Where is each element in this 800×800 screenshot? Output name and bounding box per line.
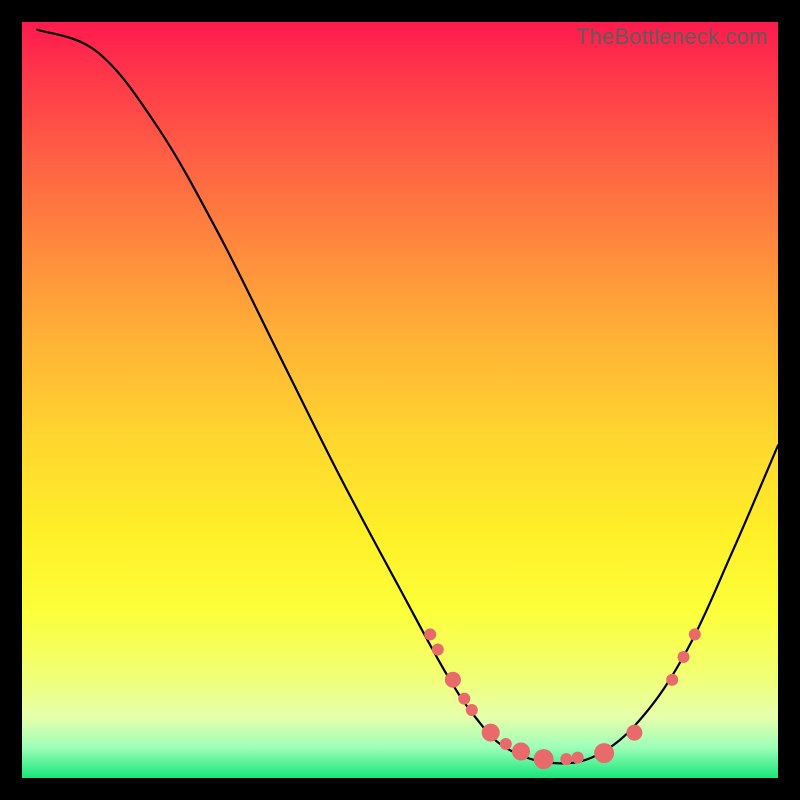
data-marker (466, 704, 478, 716)
data-marker (560, 753, 572, 765)
watermark-text: TheBottleneck.com (576, 24, 768, 50)
data-marker (500, 738, 512, 750)
data-marker (689, 628, 701, 640)
data-marker (482, 724, 500, 742)
data-marker (445, 672, 461, 688)
data-marker (432, 644, 444, 656)
data-marker (424, 628, 436, 640)
data-marker (534, 749, 554, 769)
markers-group (424, 628, 701, 769)
chart-svg (22, 22, 778, 778)
data-marker (458, 693, 470, 705)
data-marker (594, 743, 614, 763)
data-marker (572, 752, 584, 764)
data-marker (678, 651, 690, 663)
data-marker (666, 674, 678, 686)
data-marker (512, 743, 530, 761)
data-marker (626, 725, 642, 741)
chart-area: TheBottleneck.com (22, 22, 778, 778)
curve-path (37, 30, 778, 764)
